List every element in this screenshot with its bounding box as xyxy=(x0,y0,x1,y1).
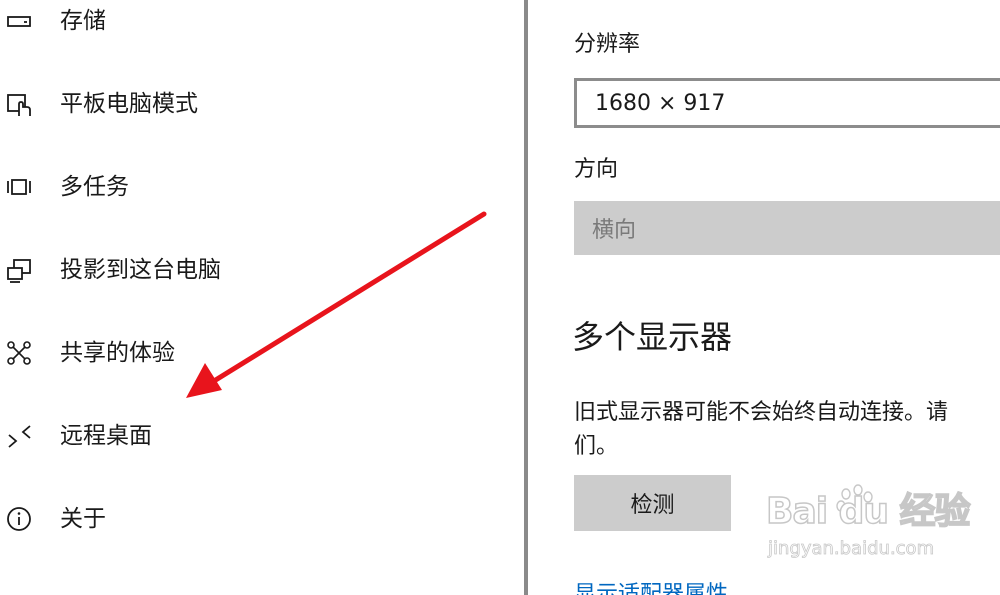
detect-button[interactable]: 检测 xyxy=(574,475,731,531)
orientation-label: 方向 xyxy=(574,157,619,182)
nav-item-label: 多任务 xyxy=(60,174,129,200)
nav-item-label: 远程桌面 xyxy=(60,423,152,449)
info-icon xyxy=(4,504,34,534)
description-line: 们。 xyxy=(574,434,619,459)
nav-item-label: 平板电脑模式 xyxy=(60,91,198,117)
display-adapter-properties-link[interactable]: 显示适配器属性 xyxy=(574,580,728,595)
orientation-value: 横向 xyxy=(592,218,637,243)
settings-window: 存储 平板电脑模式 多任务 投影到这台电脑 共享的体验 远程桌面 关于 分辨率 … xyxy=(0,0,1000,595)
nav-item-label: 共享的体验 xyxy=(60,340,175,366)
nav-item-label: 投影到这台电脑 xyxy=(60,257,221,283)
description-line: 旧式显示器可能不会始终自动连接。请 xyxy=(574,400,949,425)
nav-item-label: 存储 xyxy=(60,8,106,34)
nav-item-storage[interactable]: 存储 xyxy=(0,0,420,46)
nav-item-shared-experiences[interactable]: 共享的体验 xyxy=(0,328,420,378)
settings-nav: 存储 平板电脑模式 多任务 投影到这台电脑 共享的体验 远程桌面 关于 xyxy=(0,0,524,595)
orientation-dropdown[interactable]: 横向 xyxy=(574,201,1000,255)
nav-item-project-to-pc[interactable]: 投影到这台电脑 xyxy=(0,245,420,295)
nav-item-tablet-mode[interactable]: 平板电脑模式 xyxy=(0,79,420,129)
nav-item-label: 关于 xyxy=(60,506,106,532)
nav-item-about[interactable]: 关于 xyxy=(0,494,420,544)
storage-icon xyxy=(4,6,34,36)
tablet-mode-icon xyxy=(4,89,34,119)
resolution-label: 分辨率 xyxy=(574,32,641,57)
multiple-displays-description: 旧式显示器可能不会始终自动连接。请 们。 xyxy=(574,396,1000,464)
resolution-dropdown[interactable]: 1680 × 917 xyxy=(574,78,1000,128)
project-to-pc-icon xyxy=(4,255,34,285)
nav-item-multitasking[interactable]: 多任务 xyxy=(0,162,420,212)
shared-experiences-icon xyxy=(4,338,34,368)
remote-desktop-icon xyxy=(4,421,34,451)
nav-item-remote-desktop[interactable]: 远程桌面 xyxy=(0,411,420,461)
multitasking-icon xyxy=(4,172,34,202)
multiple-displays-heading: 多个显示器 xyxy=(572,318,733,356)
display-settings-content: 分辨率 1680 × 917 方向 横向 多个显示器 旧式显示器可能不会始终自动… xyxy=(528,0,1000,595)
resolution-value: 1680 × 917 xyxy=(595,90,726,116)
